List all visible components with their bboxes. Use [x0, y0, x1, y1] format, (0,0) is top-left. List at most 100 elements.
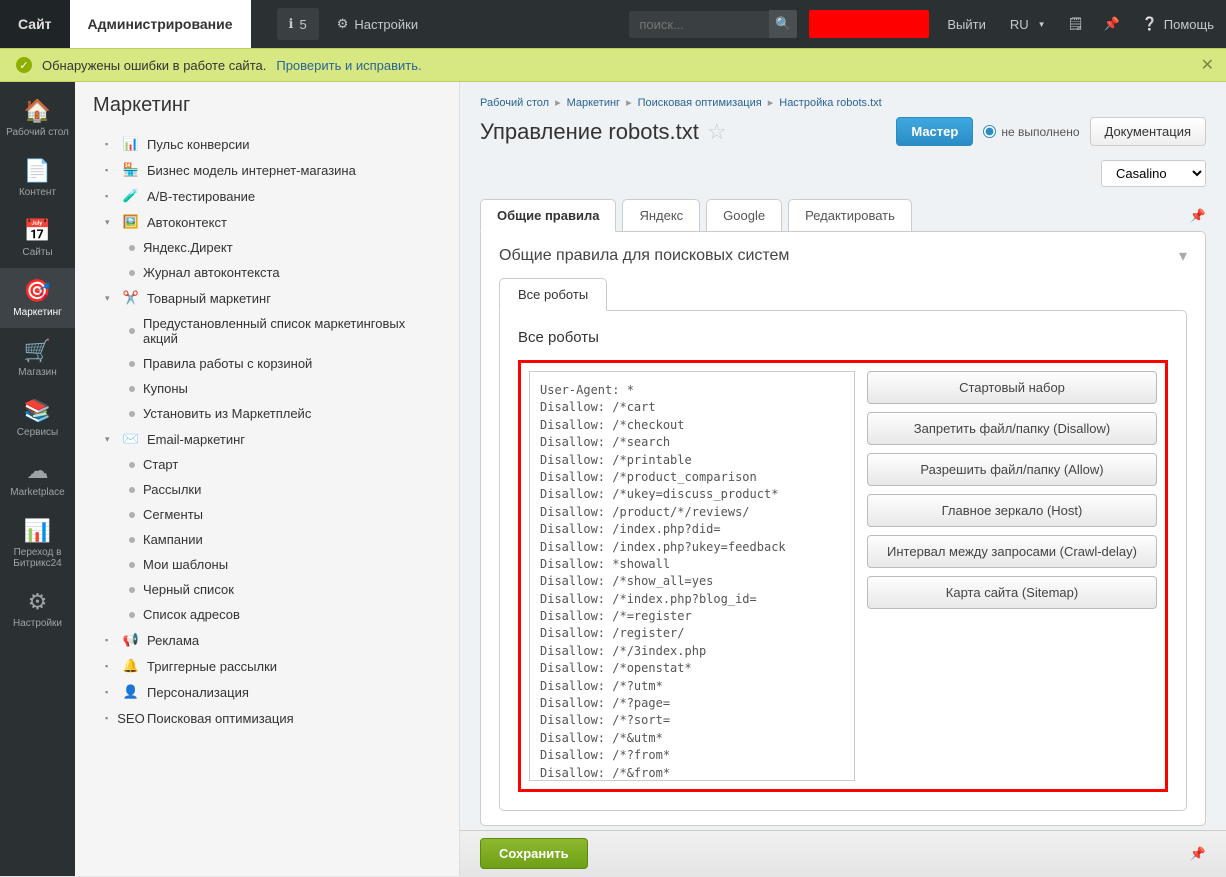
toggle-icon: ▪ — [105, 687, 115, 697]
notif-count: 5 — [299, 17, 306, 32]
favorite-star-icon[interactable]: ☆ — [707, 119, 727, 145]
lang-selector[interactable]: RU▼ — [998, 0, 1058, 48]
tree-label: Черный список — [143, 582, 234, 597]
search-button[interactable]: 🔍 — [769, 10, 797, 38]
status-radio[interactable]: не выполнено — [983, 125, 1079, 139]
tree-item[interactable]: ▪📢Реклама — [93, 627, 441, 653]
robots-textarea[interactable]: User-Agent: * Disallow: /*cart Disallow:… — [529, 371, 855, 781]
documentation-button[interactable]: Документация — [1090, 117, 1207, 146]
tree-item[interactable]: ▪SEOПоисковая оптимизация — [93, 705, 441, 731]
toggle-icon: ▪ — [105, 661, 115, 671]
action-button[interactable]: Запретить файл/папку (Disallow) — [867, 412, 1157, 445]
inner-panel: Все роботы User-Agent: * Disallow: /*car… — [499, 310, 1187, 811]
notifications[interactable]: ℹ 5 — [277, 8, 319, 40]
left-rail: 🏠Рабочий стол📄Контент📅Сайты🎯Маркетинг🛒Ма… — [0, 82, 75, 876]
breadcrumb-link[interactable]: Поисковая оптимизация — [638, 97, 762, 109]
rail-item-gear[interactable]: ⚙Настройки — [0, 579, 75, 639]
breadcrumb: Рабочий стол▸Маркетинг▸Поисковая оптимиз… — [480, 96, 1206, 109]
tree-item[interactable]: Кампании — [93, 527, 441, 552]
site-select-input[interactable]: Casalino — [1101, 160, 1206, 187]
action-button-column: Стартовый набор Запретить файл/папку (Dis… — [867, 371, 1157, 781]
info-icon: ℹ — [289, 16, 294, 32]
tree-item[interactable]: Рассылки — [93, 477, 441, 502]
site-selector[interactable]: Casalino — [1101, 160, 1206, 187]
tree-item[interactable]: ▾✉️Email-маркетинг — [93, 426, 441, 452]
tab-1[interactable]: Яндекс — [622, 199, 700, 232]
rail-item-cal[interactable]: 📅Сайты — [0, 208, 75, 268]
tab-3[interactable]: Редактировать — [788, 199, 912, 232]
bullet-icon — [129, 245, 135, 251]
tree-item[interactable]: Список адресов — [93, 602, 441, 627]
rail-item-cart[interactable]: 🛒Магазин — [0, 328, 75, 388]
notice-close[interactable]: ✕ — [1201, 55, 1214, 75]
cal-icon: 📅 — [4, 218, 71, 244]
rail-item-home[interactable]: 🏠Рабочий стол — [0, 88, 75, 148]
tree-item[interactable]: Сегменты — [93, 502, 441, 527]
breadcrumb-link[interactable]: Настройка robots.txt — [779, 97, 881, 109]
save-button[interactable]: Сохранить — [480, 838, 588, 869]
tree-item[interactable]: Черный список — [93, 577, 441, 602]
action-button[interactable]: Главное зеркало (Host) — [867, 494, 1157, 527]
bullet-icon — [129, 462, 135, 468]
tree-item[interactable]: Купоны — [93, 376, 441, 401]
bullet-icon — [129, 512, 135, 518]
tree-item[interactable]: ▪🧪A/B-тестирование — [93, 183, 441, 209]
status-radio-input[interactable] — [983, 125, 996, 138]
breadcrumb-link[interactable]: Маркетинг — [567, 97, 620, 109]
rail-item-layers[interactable]: 📚Сервисы — [0, 388, 75, 448]
tree-item[interactable]: ▪📊Пульс конверсии — [93, 131, 441, 157]
b24-icon: 📊 — [4, 518, 71, 544]
bullet-icon — [129, 386, 135, 392]
side-tree: Маркетинг ▪📊Пульс конверсии▪🏪Бизнес моде… — [75, 82, 460, 876]
search-input[interactable] — [629, 11, 769, 38]
tab-0[interactable]: Общие правила — [480, 199, 616, 232]
tab-2[interactable]: Google — [706, 199, 782, 232]
breadcrumb-link[interactable]: Рабочий стол — [480, 97, 549, 109]
tree-item[interactable]: Яндекс.Директ — [93, 235, 441, 260]
settings-link[interactable]: ⚙ Настройки — [325, 0, 430, 48]
rail-item-cloud[interactable]: ☁Marketplace — [0, 448, 75, 508]
rail-item-doc[interactable]: 📄Контент — [0, 148, 75, 208]
toggle-icon: ▾ — [105, 217, 115, 228]
action-button[interactable]: Разрешить файл/папку (Allow) — [867, 453, 1157, 486]
bullet-icon — [129, 537, 135, 543]
notes-icon[interactable]: 🗒 — [1058, 0, 1094, 48]
action-button[interactable]: Карта сайта (Sitemap) — [867, 576, 1157, 609]
tree-label: Автоконтекст — [147, 215, 227, 230]
tree-item[interactable]: ▪👤Персонализация — [93, 679, 441, 705]
tab-site[interactable]: Сайт — [0, 0, 70, 48]
tree-item[interactable]: ▾✂️Товарный маркетинг — [93, 285, 441, 311]
rules-panel: Общие правила для поисковых систем ▾ Все… — [480, 231, 1206, 826]
notice-link[interactable]: Проверить и исправить. — [276, 58, 421, 73]
tree-item[interactable]: Старт — [93, 452, 441, 477]
tree-item[interactable]: Журнал автоконтекста — [93, 260, 441, 285]
page-title: Управление robots.txt ☆ — [480, 119, 727, 145]
tree-item[interactable]: Правила работы с корзиной — [93, 351, 441, 376]
toggle-icon: ▪ — [105, 165, 115, 175]
bullet-icon — [129, 562, 135, 568]
collapse-icon[interactable]: ▾ — [1179, 246, 1187, 266]
toggle-icon: ▪ — [105, 139, 115, 149]
tree-item[interactable]: ▪🏪Бизнес модель интернет-магазина — [93, 157, 441, 183]
action-button[interactable]: Интервал между запросами (Crawl-delay) — [867, 535, 1157, 568]
help-link[interactable]: ❔ Помощь — [1130, 0, 1226, 48]
tab-admin[interactable]: Администрирование — [70, 0, 251, 48]
action-button[interactable]: Стартовый набор — [867, 371, 1157, 404]
pin-section-icon[interactable]: 📌 — [1190, 208, 1206, 224]
master-button[interactable]: Мастер — [896, 117, 973, 146]
bullet-icon — [129, 587, 135, 593]
tree-label: Предустановленный список маркетинговых а… — [143, 316, 441, 346]
rail-item-target[interactable]: 🎯Маркетинг — [0, 268, 75, 328]
inner-tab-all-robots[interactable]: Все роботы — [499, 278, 607, 311]
tree-item[interactable]: ▾🖼️Автоконтекст — [93, 209, 441, 235]
tree-item[interactable]: ▪🔔Триггерные рассылки — [93, 653, 441, 679]
rail-item-b24[interactable]: 📊Переход в Битрикс24 — [0, 508, 75, 579]
pin-icon[interactable]: 📌 — [1094, 0, 1130, 48]
tree-item[interactable]: Предустановленный список маркетинговых а… — [93, 311, 441, 351]
logout-link[interactable]: Выйти — [935, 0, 998, 48]
pin-bottom-icon[interactable]: 📌 — [1190, 846, 1206, 862]
tree-item[interactable]: Установить из Маркетплейс — [93, 401, 441, 426]
tree-item[interactable]: Мои шаблоны — [93, 552, 441, 577]
gear-icon: ⚙ — [4, 589, 71, 615]
tree-label: Пульс конверсии — [147, 137, 250, 152]
